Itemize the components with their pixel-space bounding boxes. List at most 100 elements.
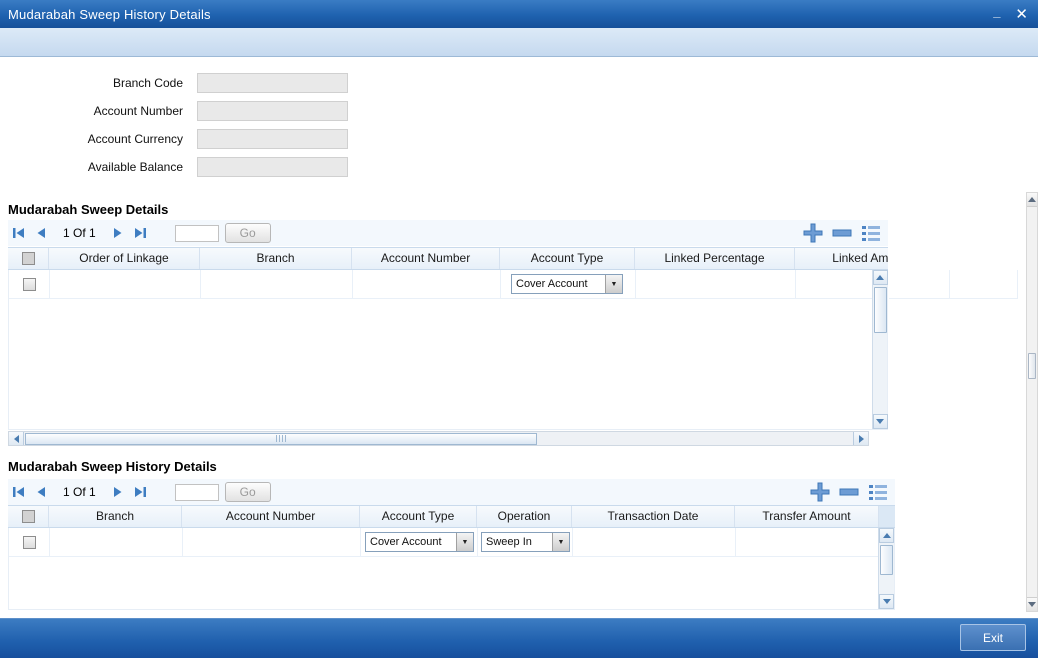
single-view-button[interactable] (860, 223, 882, 243)
scroll-down-button[interactable] (872, 414, 888, 429)
scroll-up-button[interactable] (872, 270, 888, 285)
page-scroll-up-button[interactable] (1027, 193, 1037, 207)
column-header-branch: Branch (49, 506, 182, 527)
linked-amount-cell (796, 270, 874, 299)
page-scroll-down-button[interactable] (1027, 597, 1037, 611)
page-indicator: 1 Of 1 (63, 226, 96, 240)
branch-code-field[interactable] (197, 73, 348, 93)
window: Mudarabah Sweep History Details _ ✕ Bran… (0, 0, 1038, 658)
sweep-details-table: Order of Linkage Branch Account Number A… (8, 247, 888, 430)
sweep-history-table: Branch Account Number Account Type Opera… (8, 505, 895, 610)
column-header-account-number: Account Number (352, 248, 500, 269)
goto-page-input[interactable] (174, 224, 219, 242)
scroll-right-button[interactable] (853, 432, 868, 445)
select-all-cell (8, 506, 49, 527)
window-title: Mudarabah Sweep History Details (8, 6, 211, 22)
go-button[interactable]: Go (224, 482, 271, 502)
add-row-button[interactable] (802, 222, 824, 244)
sweep-details-heading: Mudarabah Sweep Details (8, 202, 169, 217)
horizontal-scrollbar-thumb[interactable] (25, 432, 537, 445)
column-header-branch: Branch (200, 248, 352, 269)
sweep-details-horizontal-scrollbar[interactable] (8, 431, 869, 446)
close-button[interactable]: ✕ (1015, 5, 1028, 23)
row-checkbox[interactable] (22, 535, 36, 549)
account-type-select[interactable]: Cover Account ▼ (365, 532, 474, 552)
scroll-up-icon (1028, 197, 1036, 202)
scroll-left-button[interactable] (9, 432, 24, 445)
pagination-nav: 1 Of 1 (10, 483, 149, 501)
previous-page-icon (37, 228, 45, 238)
first-page-icon (13, 228, 24, 238)
available-balance-field[interactable] (197, 157, 348, 177)
next-page-button[interactable] (109, 224, 127, 242)
details-icon (869, 485, 887, 500)
footer-bar: Exit (0, 618, 1038, 658)
select-all-checkbox[interactable] (21, 252, 35, 265)
column-header-order-of-linkage: Order of Linkage (49, 248, 200, 269)
branch-cell (201, 270, 353, 299)
account-currency-field[interactable] (197, 129, 348, 149)
select-all-checkbox[interactable] (21, 510, 35, 523)
account-number-cell (353, 270, 501, 299)
sweep-history-heading: Mudarabah Sweep History Details (8, 459, 217, 474)
next-page-icon (113, 487, 122, 497)
next-page-button[interactable] (109, 483, 127, 501)
branch-code-label: Branch Code (112, 76, 183, 90)
goto-page-input[interactable] (174, 483, 219, 501)
minimize-button[interactable]: _ (993, 4, 1000, 19)
scroll-down-icon (1028, 602, 1036, 607)
column-header-transfer-amount: Transfer Amount (735, 506, 879, 527)
column-header-account-type: Account Type (500, 248, 635, 269)
add-row-button[interactable] (809, 481, 831, 503)
next-page-icon (113, 228, 122, 238)
scrollbar-thumb[interactable] (873, 287, 887, 333)
last-page-icon (134, 228, 146, 238)
account-number-label: Account Number (93, 104, 183, 118)
delete-row-button[interactable] (838, 481, 860, 503)
last-page-button[interactable] (131, 483, 149, 501)
previous-page-button[interactable] (32, 483, 50, 501)
dropdown-arrow-icon: ▼ (605, 275, 622, 293)
column-header-transaction-date: Transaction Date (572, 506, 735, 527)
toolbar (0, 28, 1038, 57)
operation-select[interactable]: Sweep In ▼ (481, 532, 570, 552)
sweep-details-table-body: Cover Account ▼ (8, 270, 888, 430)
header-scrollbar-spacer (879, 506, 895, 527)
previous-page-icon (37, 487, 45, 497)
sweep-details-vertical-scrollbar[interactable] (872, 270, 888, 429)
row-select-cell (9, 270, 50, 299)
branch-cell (50, 528, 183, 557)
row-overflow-cell (889, 270, 950, 299)
account-number-cell (183, 528, 361, 557)
window-controls: _ ✕ (993, 0, 1028, 28)
scroll-up-icon (876, 275, 884, 280)
sweep-history-table-header: Branch Account Number Account Type Opera… (8, 505, 895, 528)
plus-icon (803, 223, 823, 243)
row-checkbox[interactable] (22, 277, 36, 291)
scroll-up-button[interactable] (879, 528, 894, 543)
scroll-up-icon (882, 533, 891, 538)
delete-row-button[interactable] (831, 222, 853, 244)
page-scrollbar[interactable] (1026, 192, 1038, 612)
last-page-button[interactable] (131, 224, 149, 242)
sweep-history-vertical-scrollbar[interactable] (878, 528, 894, 609)
dropdown-arrow-icon: ▼ (456, 533, 473, 551)
scrollbar-thumb[interactable] (880, 545, 893, 575)
go-button[interactable]: Go (224, 223, 271, 243)
account-number-field[interactable] (197, 101, 348, 121)
single-view-button[interactable] (867, 482, 889, 502)
first-page-button[interactable] (10, 483, 28, 501)
column-header-operation: Operation (477, 506, 572, 527)
account-currency-label: Account Currency (87, 132, 183, 146)
table-row: Cover Account ▼ (9, 270, 874, 299)
account-type-select[interactable]: Cover Account ▼ (511, 274, 623, 294)
page-scrollbar-thumb[interactable] (1028, 353, 1036, 379)
previous-page-button[interactable] (32, 224, 50, 242)
first-page-button[interactable] (10, 224, 28, 242)
select-all-cell (8, 248, 49, 269)
scroll-down-button[interactable] (879, 594, 894, 609)
pagination-nav: 1 Of 1 (10, 224, 149, 242)
scroll-down-icon (876, 419, 884, 424)
table-row: Cover Account ▼ Sweep In ▼ (9, 528, 880, 557)
exit-button[interactable]: Exit (960, 624, 1026, 651)
